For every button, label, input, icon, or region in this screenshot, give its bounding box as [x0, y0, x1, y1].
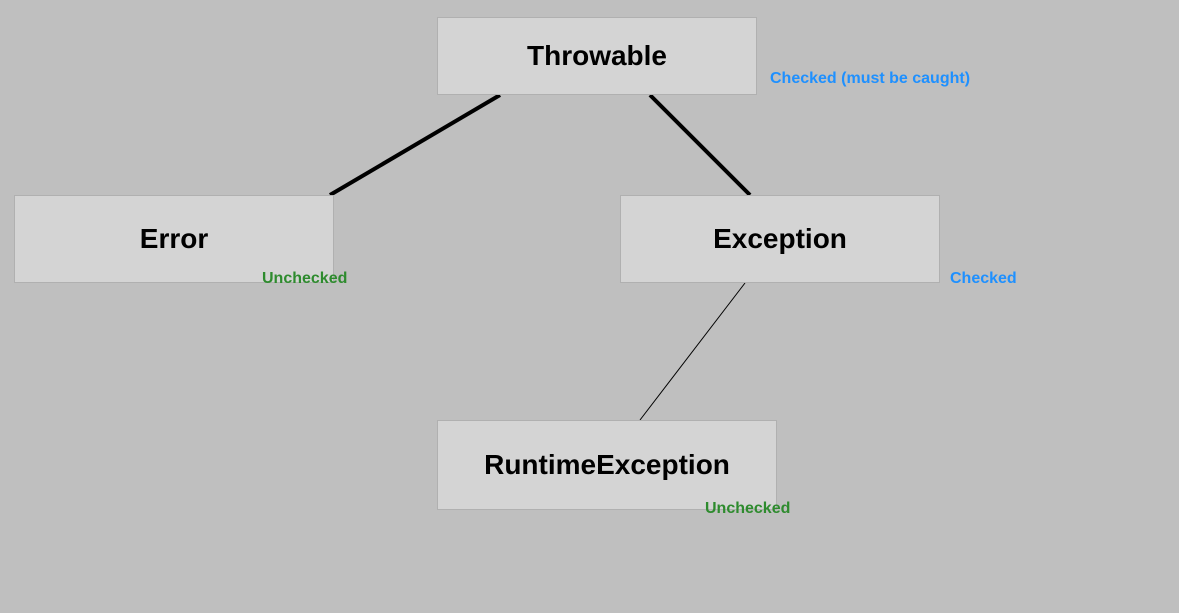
node-throwable: Throwable	[437, 17, 757, 95]
node-exception: Exception	[620, 195, 940, 283]
edge-throwable-error	[330, 95, 500, 195]
edge-throwable-exception	[650, 95, 750, 195]
node-runtime-exception-label: RuntimeException	[484, 449, 730, 481]
annotation-throwable: Checked (must be caught)	[770, 70, 970, 88]
annotation-error: Unchecked	[262, 270, 347, 288]
node-exception-label: Exception	[713, 223, 847, 255]
node-throwable-label: Throwable	[527, 40, 667, 72]
annotation-runtime-exception: Unchecked	[705, 500, 790, 518]
annotation-exception: Checked	[950, 270, 1017, 288]
edge-exception-runtime	[640, 283, 745, 420]
node-runtime-exception: RuntimeException	[437, 420, 777, 510]
node-error-label: Error	[140, 223, 208, 255]
